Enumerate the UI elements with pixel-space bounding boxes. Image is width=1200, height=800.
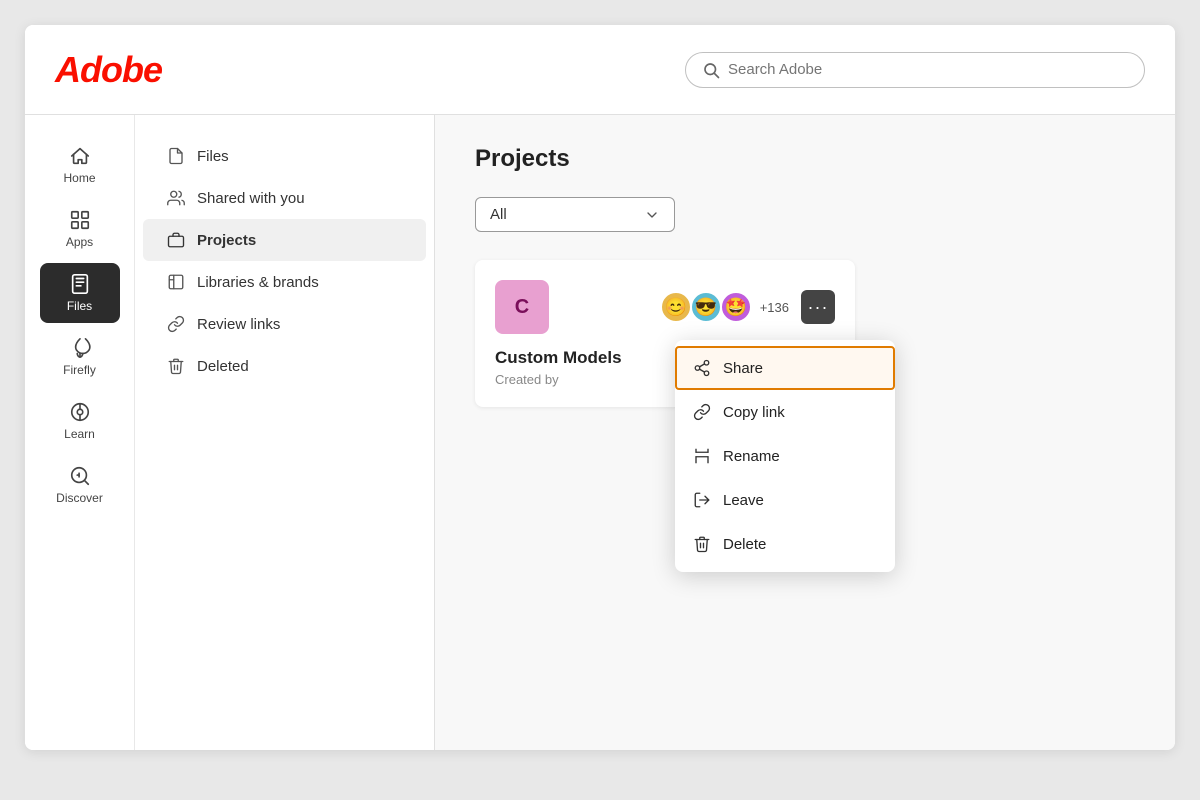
menu-item-shared[interactable]: Shared with you <box>143 177 426 219</box>
sidebar-item-apps-label: Apps <box>66 235 93 249</box>
menu-item-libraries[interactable]: Libraries & brands <box>143 261 426 303</box>
main-content: Home Apps Files Firefly <box>25 115 1175 750</box>
search-bar[interactable] <box>685 52 1145 88</box>
menu-item-deleted-label: Deleted <box>197 358 249 375</box>
search-input[interactable] <box>728 61 1128 78</box>
context-menu-share[interactable]: Share <box>675 346 895 390</box>
context-menu-delete-label: Delete <box>723 536 766 553</box>
card-icon: C <box>495 280 549 334</box>
firefly-icon <box>69 337 91 359</box>
chevron-down-icon <box>644 207 660 223</box>
sidebar-item-firefly[interactable]: Firefly <box>40 327 120 387</box>
page-title: Projects <box>475 145 1135 173</box>
context-menu-share-label: Share <box>723 360 763 377</box>
sidebar-item-learn[interactable]: Learn <box>40 391 120 451</box>
avatar-2: 😎 <box>690 291 722 323</box>
trash-icon <box>167 357 185 375</box>
context-menu-delete[interactable]: Delete <box>675 522 895 566</box>
sidebar-item-firefly-label: Firefly <box>63 363 96 377</box>
avatar-count: +136 <box>760 300 789 315</box>
shared-icon <box>167 189 185 207</box>
secondary-sidebar: Files Shared with you Projects <box>135 115 435 750</box>
card-avatars: 😊 😎 🤩 +136 ··· <box>660 290 835 324</box>
icon-sidebar: Home Apps Files Firefly <box>25 115 135 750</box>
context-menu-copy-link[interactable]: Copy link <box>675 390 895 434</box>
context-menu-rename-label: Rename <box>723 448 780 465</box>
context-menu-leave[interactable]: Leave <box>675 478 895 522</box>
copy-link-icon <box>693 403 711 421</box>
menu-item-projects-label: Projects <box>197 232 256 249</box>
filter-value: All <box>490 206 507 223</box>
libraries-icon <box>167 273 185 291</box>
sidebar-item-home-label: Home <box>63 171 95 185</box>
sidebar-item-discover[interactable]: Discover <box>40 455 120 515</box>
card-top-row: C 😊 😎 🤩 +136 ··· <box>495 280 835 334</box>
menu-item-review[interactable]: Review links <box>143 303 426 345</box>
sidebar-item-files-label: Files <box>67 299 92 313</box>
menu-item-deleted[interactable]: Deleted <box>143 345 426 387</box>
menu-item-files[interactable]: Files <box>143 135 426 177</box>
adobe-logo: Adobe <box>55 49 162 91</box>
menu-item-projects[interactable]: Projects <box>143 219 426 261</box>
rename-icon <box>693 447 711 465</box>
sidebar-item-discover-label: Discover <box>56 491 103 505</box>
apps-icon <box>69 209 91 231</box>
search-icon <box>702 61 720 79</box>
sidebar-item-home[interactable]: Home <box>40 135 120 195</box>
projects-icon <box>167 231 185 249</box>
sidebar-item-files[interactable]: Files <box>40 263 120 323</box>
app-frame: Adobe Home Apps <box>25 25 1175 750</box>
context-menu-copy-link-label: Copy link <box>723 404 785 421</box>
context-menu: Share Copy link Rename <box>675 340 895 572</box>
avatar-3: 🤩 <box>720 291 752 323</box>
files-icon <box>69 273 91 295</box>
avatar-1: 😊 <box>660 291 692 323</box>
menu-item-libraries-label: Libraries & brands <box>197 274 319 291</box>
context-menu-leave-label: Leave <box>723 492 764 509</box>
more-options-button[interactable]: ··· <box>801 290 835 324</box>
share-icon <box>693 359 711 377</box>
learn-icon <box>69 401 91 423</box>
review-icon <box>167 315 185 333</box>
main-panel: Projects All C 😊 <box>435 115 1175 750</box>
menu-item-review-label: Review links <box>197 316 280 333</box>
delete-icon <box>693 535 711 553</box>
filter-dropdown[interactable]: All <box>475 197 675 232</box>
menu-item-shared-label: Shared with you <box>197 190 305 207</box>
context-menu-rename[interactable]: Rename <box>675 434 895 478</box>
home-icon <box>69 145 91 167</box>
file-icon <box>167 147 185 165</box>
discover-icon <box>69 465 91 487</box>
topbar: Adobe <box>25 25 1175 115</box>
project-card: C 😊 😎 🤩 +136 ··· <box>475 260 855 407</box>
leave-icon <box>693 491 711 509</box>
sidebar-item-learn-label: Learn <box>64 427 95 441</box>
menu-item-files-label: Files <box>197 148 229 165</box>
sidebar-item-apps[interactable]: Apps <box>40 199 120 259</box>
